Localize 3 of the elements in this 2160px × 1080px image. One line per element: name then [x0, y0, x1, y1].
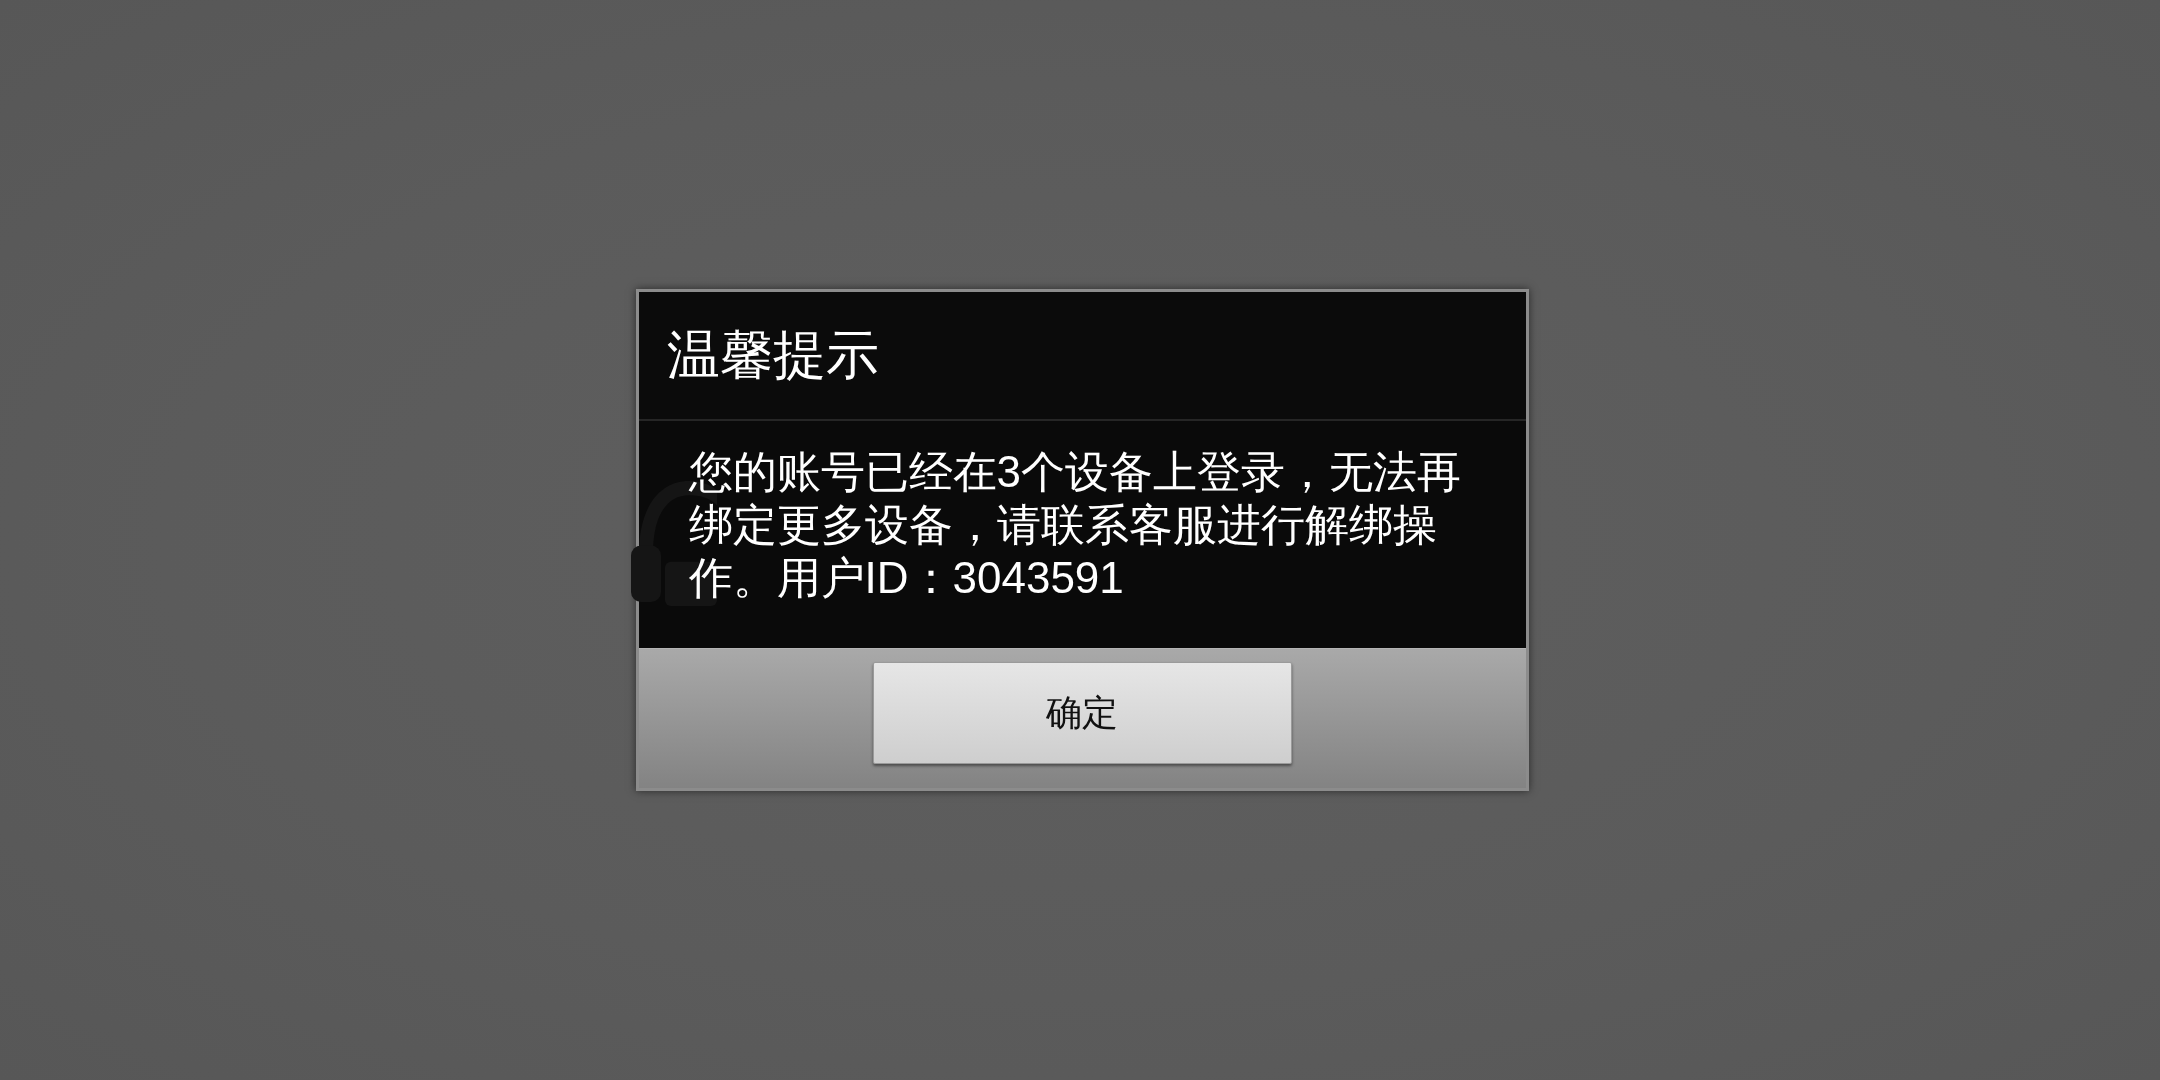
dialog-message: 您的账号已经在3个设备上登录，无法再绑定更多设备，请联系客服进行解绑操作。用户ID：3043591: [688, 446, 1462, 604]
dialog-title: 温馨提示: [666, 326, 879, 385]
confirm-button[interactable]: 确定: [872, 662, 1292, 764]
